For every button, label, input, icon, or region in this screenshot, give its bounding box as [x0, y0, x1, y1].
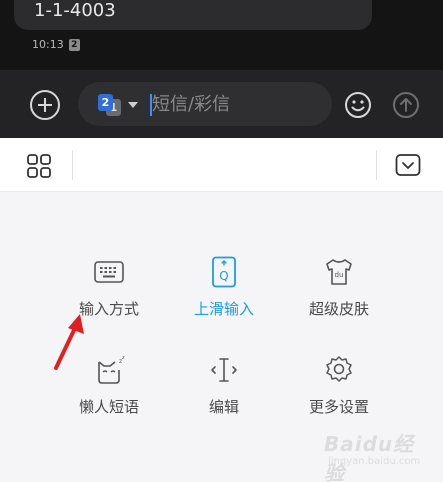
- message-meta: 10:13 2: [32, 38, 80, 51]
- menu-item-swipe-input[interactable]: Q 上滑输入: [169, 256, 279, 336]
- svg-text:z: z: [122, 355, 125, 361]
- menu-item-edit[interactable]: 编辑: [169, 354, 279, 434]
- swipe-icon-letter: Q: [219, 269, 228, 283]
- keyboard-toolbar: [0, 138, 443, 192]
- menu-item-label: 懒人短语: [78, 398, 139, 416]
- message-bubble[interactable]: 1-1-4003: [14, 0, 372, 30]
- chat-area: 1-1-4003 10:13 2: [0, 0, 443, 70]
- message-time: 10:13: [32, 38, 64, 51]
- cursor-edit-icon: [211, 358, 237, 382]
- collapse-keyboard-icon[interactable]: [395, 153, 421, 177]
- watermark-brand: Baidu经验: [324, 432, 415, 482]
- cat-phrase-icon: z z: [98, 355, 125, 384]
- chevron-down-icon: [128, 102, 138, 108]
- message-input-container[interactable]: 1 2: [78, 82, 332, 126]
- menu-item-label: 编辑: [208, 398, 239, 416]
- sim-selector[interactable]: 1 2: [96, 94, 140, 116]
- sim-card-primary: 2: [98, 94, 113, 111]
- baidu-watermark: Baidu经验 jingyan.baidu.com: [318, 428, 428, 482]
- toolbar-divider: [376, 150, 377, 180]
- swipe-input-icon: Q: [212, 256, 236, 288]
- menu-item-super-skin[interactable]: du 超级皮肤: [284, 256, 394, 336]
- add-attachment-button[interactable]: [30, 90, 60, 120]
- sim-badge: 2: [68, 38, 80, 51]
- grid-menu-icon[interactable]: [26, 153, 52, 179]
- compose-bar: 1 2: [0, 70, 443, 138]
- message-text: 1-1-4003: [34, 0, 116, 21]
- menu-item-label: 更多设置: [308, 398, 369, 416]
- skin-icon-letter: du: [335, 271, 344, 279]
- toolbar-divider: [72, 150, 73, 180]
- send-icon[interactable]: [392, 91, 420, 119]
- watermark-url: jingyan.baidu.com: [328, 456, 421, 467]
- tshirt-skin-icon: du: [326, 259, 352, 285]
- menu-item-more-settings[interactable]: 更多设置: [284, 354, 394, 434]
- gear-icon: [326, 356, 352, 382]
- emoji-icon[interactable]: [344, 91, 372, 119]
- menu-item-label: 超级皮肤: [308, 300, 369, 318]
- menu-item-label: 上滑输入: [193, 300, 254, 318]
- message-input[interactable]: [152, 91, 322, 117]
- red-arrow-icon: [54, 314, 84, 370]
- keyboard-icon: [94, 261, 124, 283]
